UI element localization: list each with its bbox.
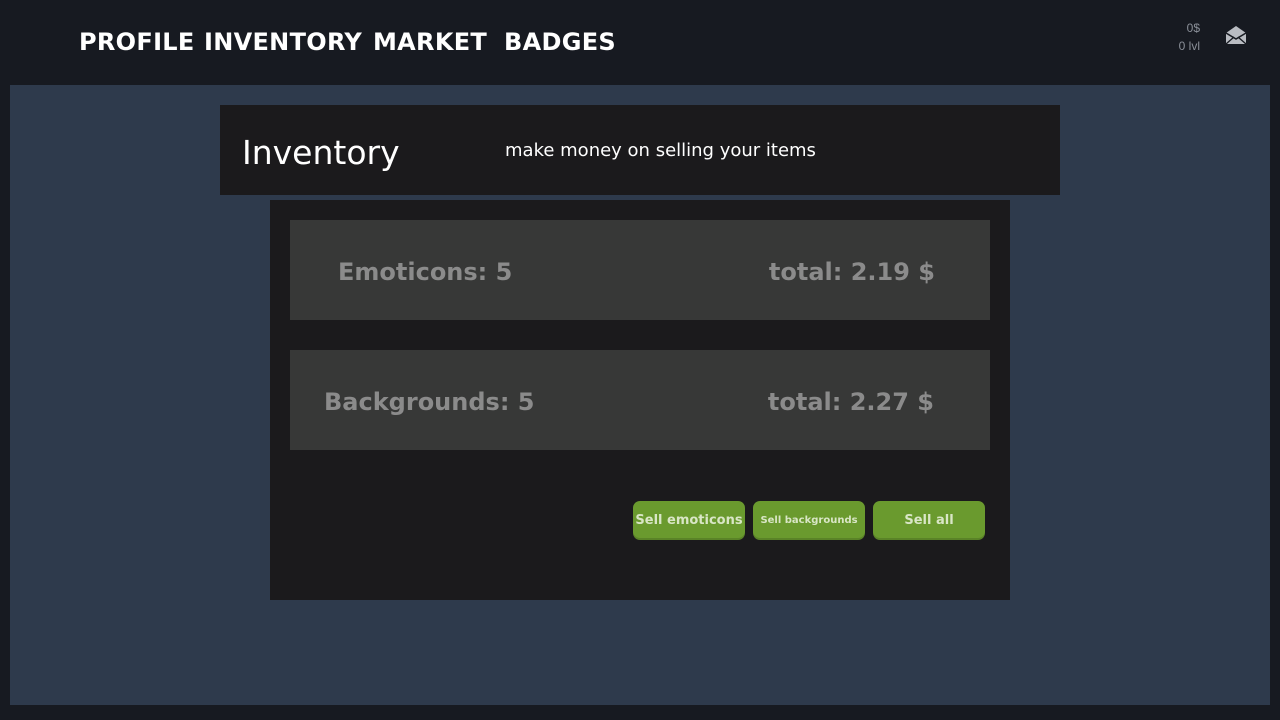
page-subtitle: make money on selling your items <box>505 140 816 161</box>
top-navigation-bar: PROFILE INVENTORY MARKET BADGES 0$ 0 lvl <box>0 0 1280 85</box>
wallet-summary: 0$ 0 lvl <box>1140 19 1200 55</box>
inventory-row-emoticons: Emoticons: 5 total: 2.19 $ <box>290 220 990 320</box>
sell-emoticons-button[interactable]: Sell emoticons <box>633 501 745 540</box>
user-level: 0 lvl <box>1178 39 1200 53</box>
backgrounds-count: Backgrounds: 5 <box>324 388 535 416</box>
backgrounds-total: total: 2.27 $ <box>767 388 934 416</box>
nav-market[interactable]: MARKET <box>373 28 487 56</box>
wallet-balance: 0$ <box>1186 21 1200 35</box>
envelope-icon[interactable] <box>1224 24 1248 46</box>
emoticons-total: total: 2.19 $ <box>768 258 935 286</box>
bottom-border <box>0 705 1280 720</box>
page-title: Inventory <box>242 133 400 172</box>
inventory-panel: Emoticons: 5 total: 2.19 $ Backgrounds: … <box>270 200 1010 600</box>
sell-backgrounds-button[interactable]: Sell backgrounds <box>753 501 865 540</box>
inventory-row-backgrounds: Backgrounds: 5 total: 2.27 $ <box>290 350 990 450</box>
sell-all-button[interactable]: Sell all <box>873 501 985 540</box>
nav-inventory[interactable]: INVENTORY <box>204 28 362 56</box>
nav-profile[interactable]: PROFILE <box>79 28 195 56</box>
emoticons-count: Emoticons: 5 <box>338 258 513 286</box>
nav-badges[interactable]: BADGES <box>504 28 616 56</box>
inventory-header-card: Inventory make money on selling your ite… <box>220 105 1060 195</box>
